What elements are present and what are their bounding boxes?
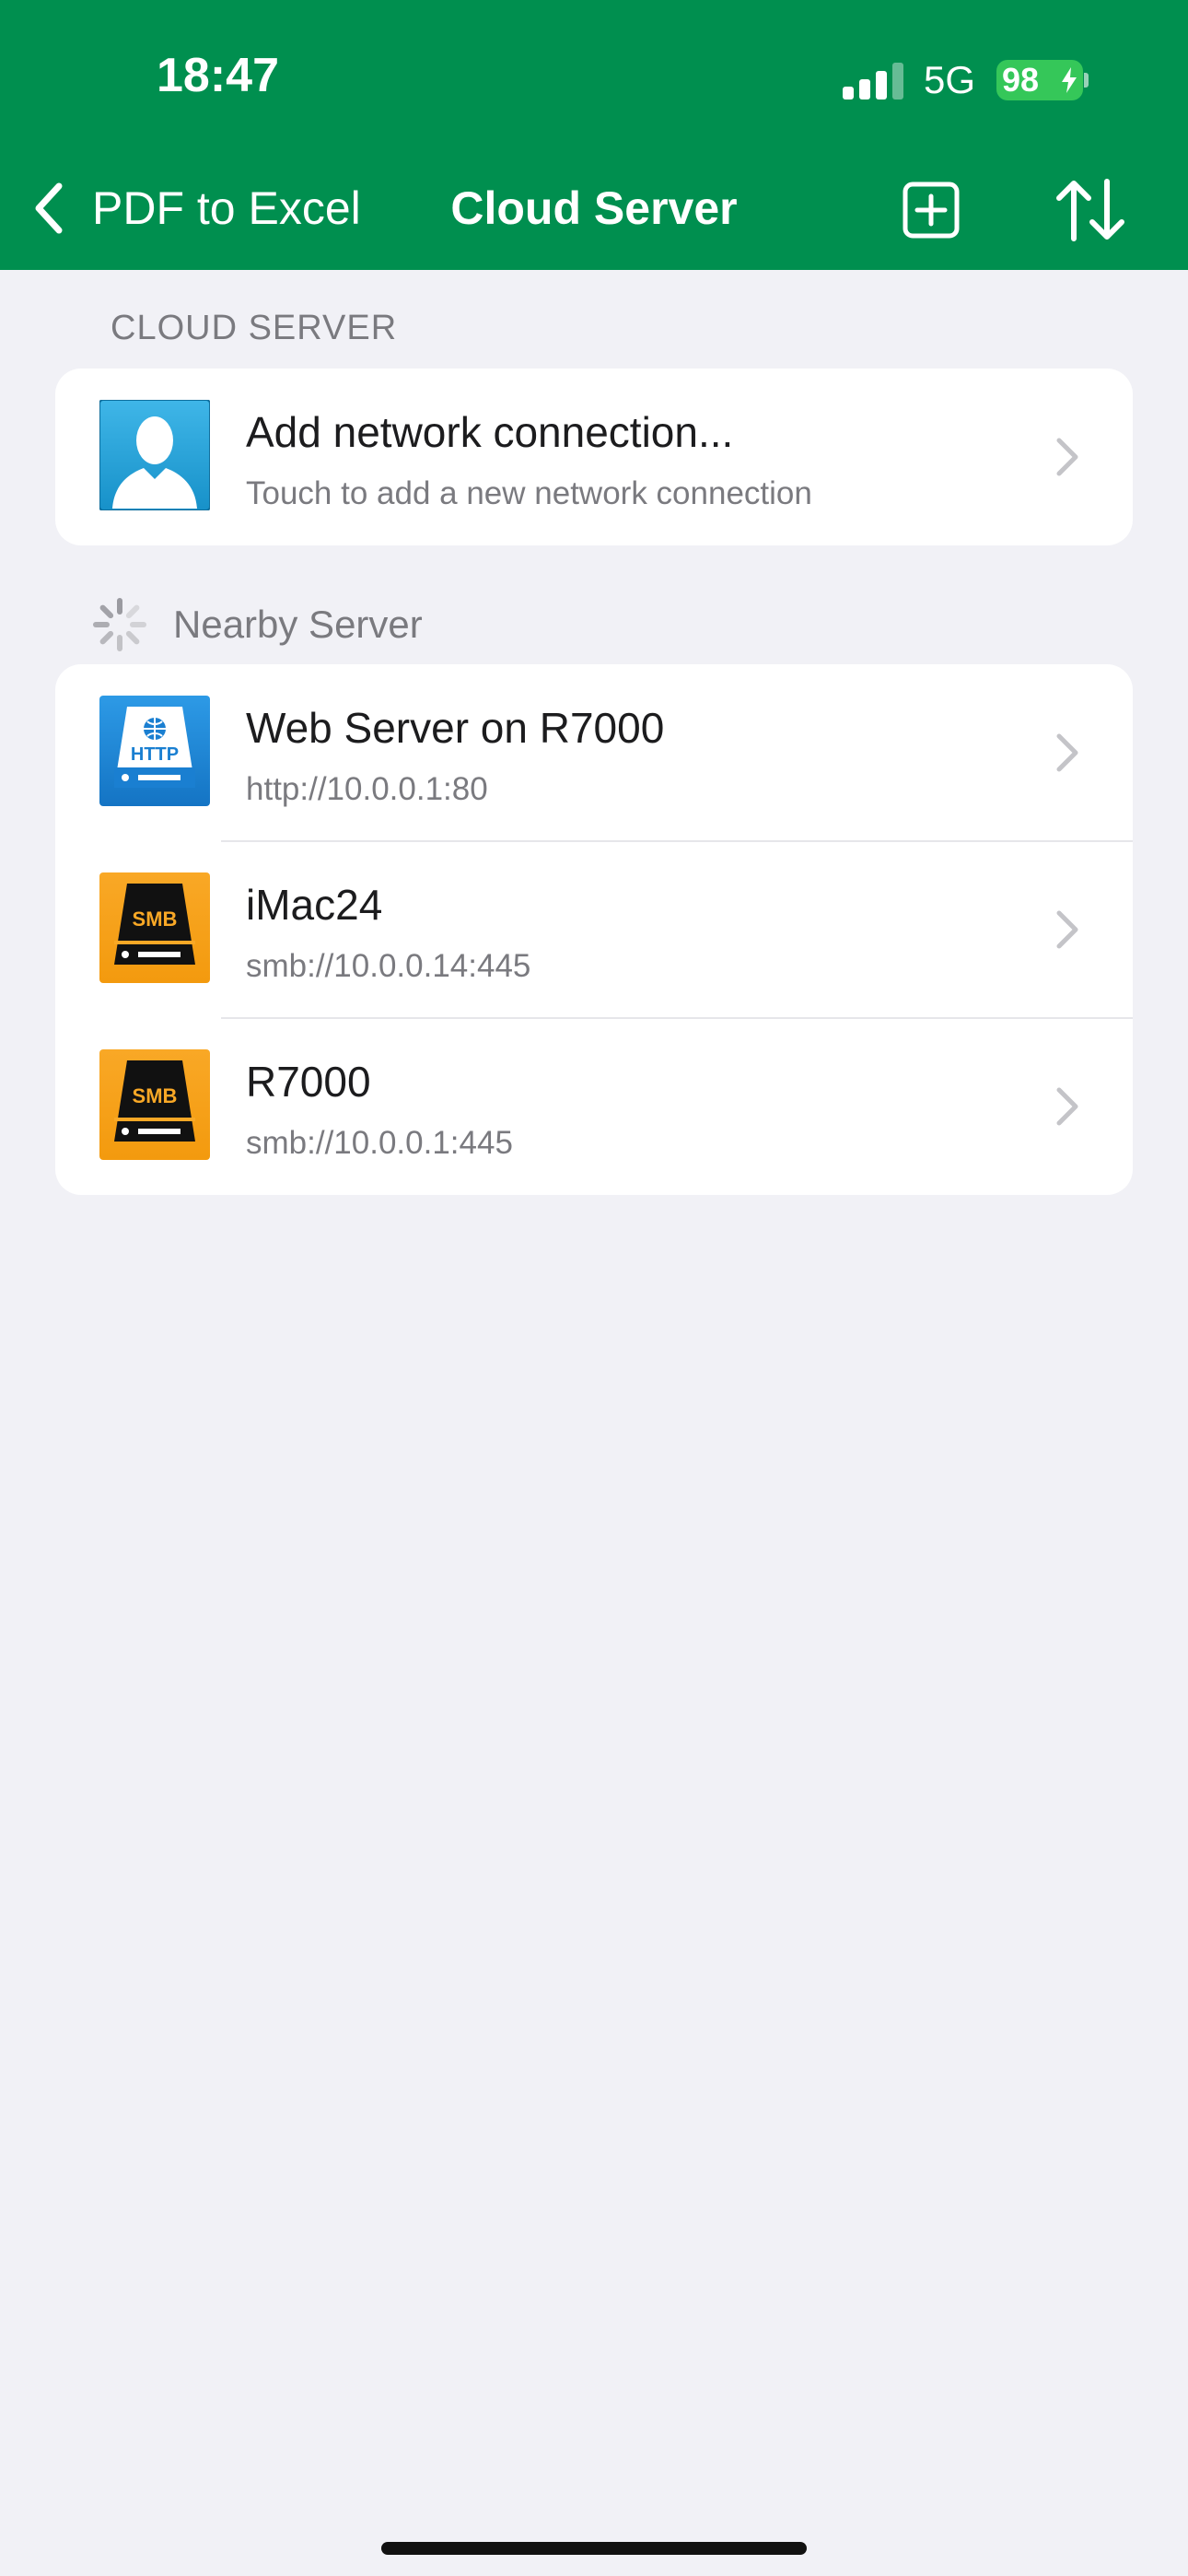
chevron-right-icon: [1056, 438, 1078, 476]
server-address: smb://10.0.0.1:445: [246, 1125, 513, 1161]
server-row-r7000[interactable]: SMB R7000 smb://10.0.0.1:445: [55, 1018, 1133, 1195]
charging-bolt-icon: [1062, 67, 1077, 93]
network-type: 5G: [924, 58, 976, 101]
cellular-signal-icon: [843, 63, 903, 100]
back-button[interactable]: PDF to Excel: [31, 181, 361, 236]
loading-spinner-icon: [93, 598, 146, 651]
status-time: 18:47: [157, 49, 279, 102]
smb-badge: SMB: [133, 907, 178, 931]
add-square-icon[interactable]: [903, 181, 960, 239]
server-name: R7000: [246, 1058, 371, 1106]
battery-level: 98: [1002, 61, 1040, 99]
page-title: Cloud Server: [450, 182, 738, 234]
chevron-left-icon: [35, 182, 63, 234]
smb-badge: SMB: [133, 1084, 178, 1107]
nearby-server-card: HTTP Web Server on R7000 http://10.0.0.1…: [55, 664, 1133, 1195]
chevron-right-icon: [1056, 910, 1078, 949]
smb-drive-icon: SMB: [99, 1049, 210, 1160]
battery-indicator: 98: [996, 60, 1083, 100]
server-name: Web Server on R7000: [246, 704, 665, 752]
back-label: PDF to Excel: [92, 182, 361, 234]
chevron-right-icon: [1056, 733, 1078, 772]
http-badge: HTTP: [131, 744, 179, 765]
cloud-server-section-header: CLOUD SERVER: [111, 309, 398, 347]
add-connection-title: Add network connection...: [246, 408, 734, 456]
nearby-server-header: Nearby Server: [92, 597, 423, 652]
nav-bar: 18:47 5G 98 PDF to Excel Cloud Server: [0, 0, 1188, 270]
smb-drive-icon: SMB: [99, 872, 210, 983]
add-connection-subtitle: Touch to add a new network connection: [246, 475, 812, 511]
sort-arrows-icon[interactable]: [1054, 178, 1127, 242]
add-network-connection-row[interactable]: Add network connection... Touch to add a…: [55, 369, 1133, 545]
server-address: http://10.0.0.1:80: [246, 771, 488, 807]
user-silhouette-icon: [99, 400, 210, 510]
server-name: iMac24: [246, 881, 383, 929]
cloud-server-card: Add network connection... Touch to add a…: [55, 369, 1133, 545]
battery-tip: [1084, 73, 1089, 88]
http-drive-icon: HTTP: [99, 696, 210, 806]
chevron-right-icon: [1056, 1087, 1078, 1126]
home-indicator[interactable]: [381, 2542, 807, 2555]
nearby-server-label: Nearby Server: [173, 603, 423, 646]
server-address: smb://10.0.0.14:445: [246, 948, 531, 984]
server-row-web-server-r7000[interactable]: HTTP Web Server on R7000 http://10.0.0.1…: [55, 664, 1133, 841]
server-row-imac24[interactable]: SMB iMac24 smb://10.0.0.14:445: [55, 841, 1133, 1018]
